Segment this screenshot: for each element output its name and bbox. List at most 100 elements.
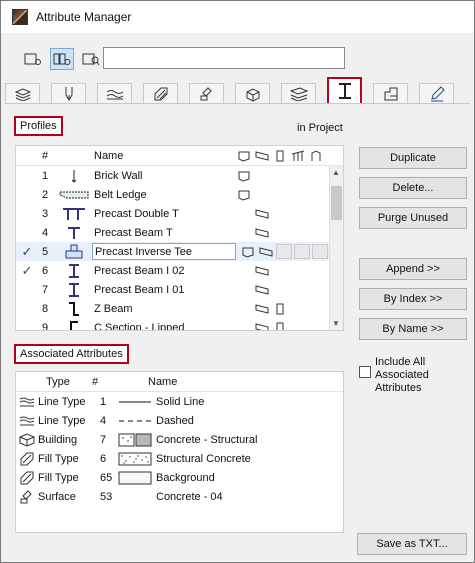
profile-num: 9 [42, 321, 49, 331]
purge-unused-button[interactable]: Purge Unused [359, 207, 467, 229]
beam-usage-icon [254, 283, 270, 297]
view-mode-button-2[interactable] [50, 48, 74, 70]
tab-layers[interactable] [5, 83, 40, 103]
tab-surfaces[interactable] [189, 83, 224, 103]
usage-cell[interactable] [312, 244, 328, 259]
dashed-line-sample [118, 417, 154, 425]
header-name[interactable]: Name [92, 150, 236, 162]
in-project-label: in Project [297, 122, 343, 134]
view-mode-button-1[interactable] [21, 48, 45, 70]
title-bar: Attribute Manager [1, 1, 474, 33]
tab-markup[interactable] [419, 83, 454, 103]
profile-name-edit-field[interactable]: Precast Inverse Tee [92, 243, 236, 260]
app-icon [12, 9, 28, 25]
associated-row[interactable]: Building 7 Concrete - Structural [16, 430, 343, 449]
usage-flags [236, 302, 290, 316]
profile-num: 5 [42, 245, 49, 258]
profiles-section-label: Profiles [14, 116, 63, 136]
split-view-icon [53, 53, 71, 65]
by-name-button[interactable]: By Name >> [359, 318, 467, 340]
profile-row-selected[interactable]: ✓ 5 Precast Inverse Tee [16, 242, 343, 261]
profile-shape-icon [56, 244, 92, 260]
tab-zones[interactable] [373, 83, 408, 103]
zone-icon [384, 87, 397, 100]
tab-pens[interactable] [51, 83, 86, 103]
tab-building-materials[interactable] [235, 83, 270, 103]
tab-profiles[interactable] [327, 77, 362, 103]
search-input[interactable] [103, 47, 345, 69]
column-usage-icon [272, 149, 288, 163]
attribute-num: 6 [100, 452, 107, 465]
single-view-icon [24, 53, 41, 65]
header-num: # [42, 149, 49, 162]
scrollbar-thumb[interactable] [331, 186, 342, 220]
in-project-check[interactable]: ✓ [16, 263, 38, 279]
duplicate-button[interactable]: Duplicate [359, 147, 467, 169]
associated-row[interactable]: Fill Type 65 Background [16, 468, 343, 487]
profile-row[interactable]: 2 Belt Ledge [16, 185, 343, 204]
attribute-num: 1 [100, 395, 107, 408]
usage-flags [236, 264, 272, 278]
usage-cell[interactable] [276, 244, 292, 259]
window-title: Attribute Manager [36, 10, 132, 24]
profile-name: Precast Inverse Tee [95, 245, 193, 258]
delete-button[interactable]: Delete... [359, 177, 467, 199]
attribute-type: Line Type [38, 414, 86, 427]
scroll-down-arrow-icon[interactable]: ▼ [332, 319, 340, 328]
profile-num: 6 [42, 264, 49, 277]
surface-icon [200, 86, 212, 100]
associated-row[interactable]: Line Type 4 Dashed [16, 411, 343, 430]
tab-divider [5, 103, 470, 104]
header-name[interactable]: Name [146, 376, 177, 388]
attribute-tabs [5, 77, 470, 103]
profile-row[interactable]: 4 Precast Beam T [16, 223, 343, 242]
profile-name: Precast Double T [94, 207, 179, 220]
line-type-icon [16, 415, 38, 427]
profile-row[interactable]: 3 Precast Double T [16, 204, 343, 223]
associated-row[interactable]: Surface 53 Concrete - 04 [16, 487, 343, 506]
composite-icon [289, 86, 308, 101]
profile-name: Belt Ledge [94, 188, 147, 201]
header-type[interactable]: Type [38, 376, 100, 388]
view-mode-button-3[interactable] [79, 48, 103, 70]
usage-cell[interactable] [294, 244, 310, 259]
profile-row[interactable]: 1 Brick Wall [16, 166, 343, 185]
profile-row[interactable]: 9 C Section - Lipped [16, 318, 343, 331]
scroll-up-arrow-icon[interactable]: ▲ [332, 168, 340, 177]
profile-row[interactable]: ✓ 6 Precast Beam I 02 [16, 261, 343, 280]
profile-shape-icon [56, 263, 92, 279]
beam-usage-icon [254, 264, 270, 278]
attribute-type: Line Type [38, 395, 86, 408]
profile-name: Z Beam [94, 302, 133, 315]
in-project-check[interactable]: ✓ [16, 244, 38, 260]
append-button[interactable]: Append >> [359, 258, 467, 280]
include-all-checkbox[interactable] [359, 366, 371, 378]
markup-pencil-icon [430, 85, 445, 101]
profile-row[interactable]: 7 Precast Beam I 01 [16, 280, 343, 299]
save-as-txt-button[interactable]: Save as TXT... [357, 533, 467, 555]
attribute-type: Fill Type [38, 471, 79, 484]
structural-concrete-fill-swatch [118, 452, 154, 466]
background-fill-swatch [118, 471, 154, 485]
profile-name: Precast Beam I 02 [94, 264, 185, 277]
associated-attributes-list: Type # Name Line Type 1 Solid Line Line … [15, 371, 344, 533]
tab-fills[interactable] [143, 83, 178, 103]
profile-shape-icon [56, 282, 92, 298]
header-num[interactable]: # [92, 376, 110, 388]
by-index-button[interactable]: By Index >> [359, 288, 467, 310]
profiles-scrollbar[interactable]: ▲ ▼ [329, 166, 343, 330]
profiles-list: # Name 1 Brick Wall 2 Belt Ledge 3 Preca… [15, 145, 344, 331]
profile-row[interactable]: 8 Z Beam [16, 299, 343, 318]
attribute-name: Solid Line [156, 395, 205, 408]
fill-icon [154, 87, 167, 100]
associated-row[interactable]: Line Type 1 Solid Line [16, 392, 343, 411]
tab-composites[interactable] [281, 83, 316, 103]
attribute-name: Concrete - 04 [156, 490, 223, 503]
beam-usage-icon [254, 207, 270, 221]
fill-icon [16, 471, 38, 485]
usage-flags [236, 169, 254, 183]
include-all-associated[interactable]: Include All Associated Attributes [359, 356, 469, 395]
tab-line-types[interactable] [97, 83, 132, 103]
associated-row[interactable]: Fill Type 6 Structural Concrete [16, 449, 343, 468]
header-flag-columns [236, 149, 326, 163]
